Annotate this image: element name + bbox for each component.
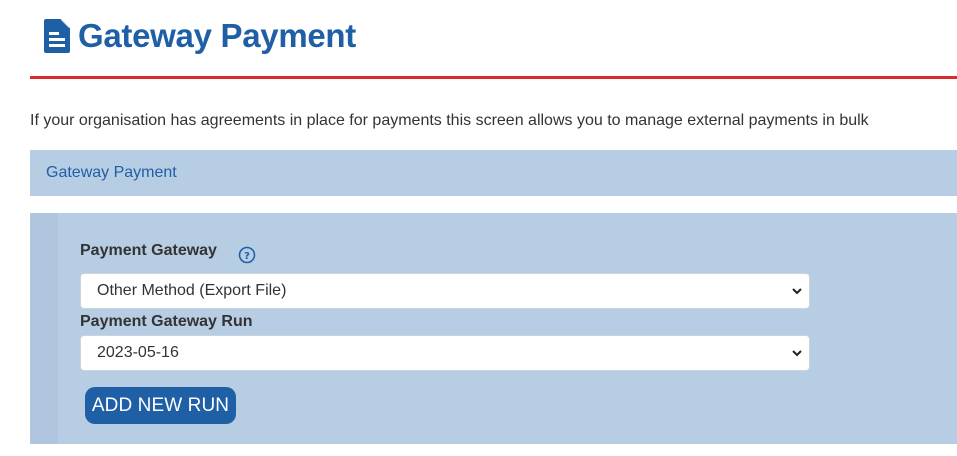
payment-gateway-select[interactable]: Other Method (Export File): [80, 273, 810, 309]
help-circle-icon[interactable]: ?: [238, 246, 256, 264]
panel-header[interactable]: Gateway Payment: [30, 150, 957, 196]
page-title: Gateway Payment: [78, 17, 356, 54]
chevron-down-icon: [792, 288, 802, 295]
title-divider: [30, 76, 957, 79]
intro-text: If your organisation has agreements in p…: [30, 112, 869, 129]
payment-gateway-label: Payment Gateway: [80, 242, 217, 259]
gateway-payment-page: Gateway Payment If your organisation has…: [0, 0, 957, 456]
page-header: Gateway Payment: [44, 14, 356, 58]
add-new-run-button[interactable]: ADD NEW RUN: [85, 387, 236, 424]
document-icon: [44, 19, 70, 53]
panel-header-label: Gateway Payment: [46, 164, 177, 181]
payment-gateway-run-select[interactable]: 2023-05-16: [80, 335, 810, 371]
payment-gateway-run-value: 2023-05-16: [97, 344, 179, 361]
svg-text:?: ?: [244, 251, 250, 262]
payment-gateway-run-label: Payment Gateway Run: [80, 313, 253, 330]
panel-edge: [30, 213, 58, 444]
payment-gateway-value: Other Method (Export File): [97, 282, 287, 299]
chevron-down-icon: [792, 350, 802, 357]
